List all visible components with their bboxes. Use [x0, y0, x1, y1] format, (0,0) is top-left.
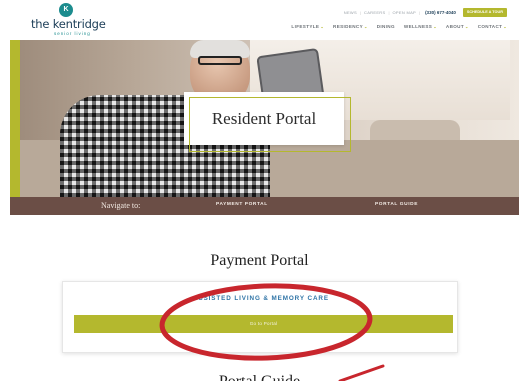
- utility-link-map[interactable]: OPEN MAP: [393, 10, 417, 15]
- phone-link[interactable]: (330) 677-4040: [425, 10, 456, 15]
- utility-link-news[interactable]: NEWS: [344, 10, 357, 15]
- page-title: Resident Portal: [211, 108, 317, 128]
- chevron-down-icon: ⌄: [320, 24, 325, 29]
- logo-name: the kentridge: [31, 17, 106, 31]
- hero-accent-bar: [10, 40, 20, 197]
- utility-link-careers[interactable]: CAREERS: [364, 10, 385, 15]
- payment-card: ASSISTED LIVING & MEMORY CARE Go to Port…: [62, 281, 458, 353]
- chevron-down-icon: ⌄: [433, 24, 437, 29]
- navigate-bar: Navigate to: PAYMENT PORTAL PORTAL GUIDE: [10, 197, 519, 215]
- anchor-link-payment-portal[interactable]: PAYMENT PORTAL: [216, 202, 268, 207]
- utility-bar: NEWS | CAREERS | OPEN MAP | (330) 677-40…: [344, 8, 507, 17]
- nav-item-dining[interactable]: DINING: [377, 24, 395, 29]
- logo-mark-icon: K: [59, 3, 73, 17]
- chevron-down-icon: ⌄: [503, 24, 507, 29]
- hero-title-card: Resident Portal: [184, 92, 351, 152]
- utility-divider: |: [388, 10, 390, 15]
- chevron-down-icon: ⌄: [364, 24, 368, 29]
- nav-item-label: RESIDENCY: [333, 24, 363, 29]
- site-logo[interactable]: K the kentridge senior living: [27, 3, 107, 39]
- nav-item-label: DINING: [376, 24, 395, 29]
- nav-item-wellness[interactable]: WELLNESS⌄: [404, 24, 437, 29]
- schedule-tour-button[interactable]: SCHEDULE A TOUR: [462, 8, 507, 17]
- go-to-portal-button[interactable]: Go to Portal: [74, 315, 453, 333]
- payment-portal-title: Payment Portal: [210, 252, 309, 269]
- utility-divider: |: [419, 10, 421, 15]
- site-header: K the kentridge senior living NEWS | CAR…: [0, 0, 519, 40]
- nav-item-contact[interactable]: CONTACT⌄: [478, 24, 507, 29]
- nav-item-about[interactable]: ABOUT⌄: [446, 24, 469, 29]
- anchor-link-portal-guide[interactable]: PORTAL GUIDE: [375, 202, 418, 207]
- payment-card-heading: ASSISTED LIVING & MEMORY CARE: [193, 295, 329, 302]
- main-navigation: LIFESTYLE⌄ RESIDENCY⌄ DINING WELLNESS⌄ A…: [291, 24, 507, 29]
- nav-item-label: CONTACT: [477, 24, 503, 29]
- navigate-label: Navigate to:: [101, 201, 141, 210]
- nav-item-label: ABOUT: [445, 24, 465, 29]
- nav-item-label: LIFESTYLE: [291, 24, 320, 29]
- nav-item-label: WELLNESS: [403, 24, 433, 29]
- utility-divider: |: [359, 10, 361, 15]
- nav-item-residency[interactable]: RESIDENCY⌄: [333, 24, 368, 29]
- nav-item-lifestyle[interactable]: LIFESTYLE⌄: [291, 24, 324, 29]
- hero-glasses: [198, 56, 242, 65]
- logo-tagline: senior living: [54, 31, 91, 36]
- chevron-down-icon: ⌄: [465, 24, 469, 29]
- portal-guide-title: Portal Guide: [0, 373, 519, 381]
